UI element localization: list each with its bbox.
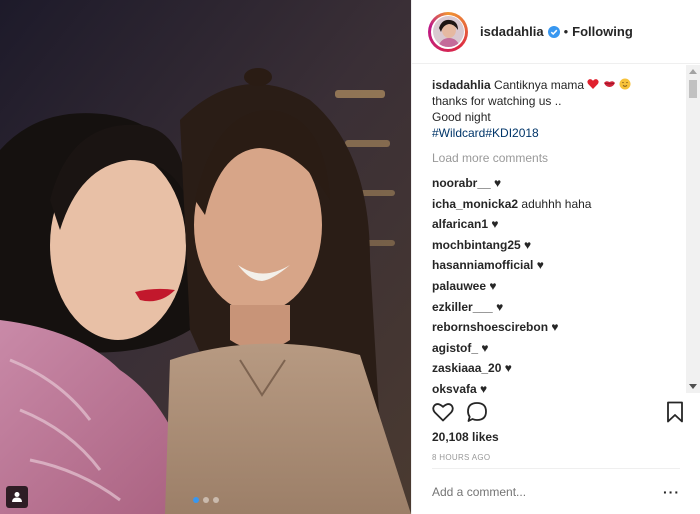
comment-row: oksyafa ♥ xyxy=(432,381,680,393)
comment-text: ♥ xyxy=(504,361,512,376)
comment-row: agistof_ ♥ xyxy=(432,340,680,361)
comment-row: icha_monicka2 aduhhh haha xyxy=(432,196,680,217)
caption-line2: thanks for watching us .. xyxy=(432,94,562,108)
comment-row: ezkiller___ ♥ xyxy=(432,299,680,320)
kiss-mark-emoji-icon xyxy=(603,78,616,90)
comment-username[interactable]: mochbintang25 xyxy=(432,238,521,252)
comment-bubble-icon[interactable] xyxy=(466,401,488,423)
scroll-up-arrow-icon[interactable] xyxy=(689,69,697,74)
verified-badge-icon xyxy=(547,25,560,38)
post-sidebar: isdadahlia • Following isdadahlia Cantik… xyxy=(411,0,700,514)
header-separator: • xyxy=(563,24,569,39)
scroll-down-arrow-icon[interactable] xyxy=(689,384,697,389)
carousel-dot xyxy=(212,497,219,503)
avatar[interactable] xyxy=(428,11,468,52)
comment-row: noorabr__ ♥ xyxy=(432,175,680,196)
like-heart-icon[interactable] xyxy=(432,402,454,422)
comment-username[interactable]: icha_monicka2 xyxy=(432,197,518,211)
comment-text: ♥ xyxy=(494,176,502,190)
comment-text: ♥ xyxy=(496,299,504,314)
scrollbar-thumb[interactable] xyxy=(689,80,697,98)
post-header: isdadahlia • Following xyxy=(412,0,700,64)
likes-count[interactable]: 20,108 likes xyxy=(432,430,499,444)
instagram-post: isdadahlia • Following isdadahlia Cantik… xyxy=(0,0,700,514)
comment-text: ♥ xyxy=(480,381,488,393)
avatar-image xyxy=(432,16,464,47)
carousel-dot xyxy=(202,497,209,503)
post-caption: isdadahlia Cantiknya mama thanks for wat… xyxy=(432,77,680,141)
comments-list[interactable]: isdadahlia Cantiknya mama thanks for wat… xyxy=(412,65,700,393)
comment-username[interactable]: zaskiaaa_20 xyxy=(432,361,501,375)
post-media[interactable] xyxy=(0,0,411,514)
comment-text: ♥ xyxy=(551,320,559,335)
comment-text: ♥ xyxy=(489,278,497,293)
post-timestamp[interactable]: 8 HOURS AGO xyxy=(432,453,490,462)
comment-text: ♥ xyxy=(491,217,499,232)
carousel-indicator xyxy=(0,497,411,503)
comment-text: ♥ xyxy=(536,258,544,273)
caption-line1: Cantiknya mama xyxy=(494,78,585,92)
bookmark-icon[interactable] xyxy=(666,401,684,423)
comment-row: palauwee ♥ xyxy=(432,278,680,299)
comment-row: mochbintang25 ♥ xyxy=(432,237,680,258)
comments-scrollbar[interactable] xyxy=(686,65,700,393)
comment-row: alfarican1 ♥ xyxy=(432,216,680,237)
post-photo xyxy=(0,0,411,514)
load-more-comments-button[interactable]: Load more comments xyxy=(432,151,680,165)
comment-row: hasanniamofficial ♥ xyxy=(432,257,680,278)
comment-username[interactable]: palauwee xyxy=(432,279,486,293)
comment-username[interactable]: agistof_ xyxy=(432,341,478,355)
hugging-face-emoji-icon xyxy=(619,78,631,90)
caption-line3: Good night xyxy=(432,110,491,124)
comment-username[interactable]: oksyafa xyxy=(432,382,477,393)
more-options-icon[interactable]: ··· xyxy=(663,484,680,500)
comment-username[interactable]: ezkiller___ xyxy=(432,300,493,314)
comment-text: ♥ xyxy=(481,340,489,355)
caption-hashtags[interactable]: #Wildcard#KDI2018 xyxy=(432,126,539,140)
add-comment-input[interactable] xyxy=(432,484,663,499)
comment-text: aduhhh haha xyxy=(521,196,592,211)
carousel-dot xyxy=(192,497,199,503)
red-heart-emoji-icon xyxy=(587,78,600,90)
comment-username[interactable]: hasanniamofficial xyxy=(432,258,533,272)
comment-row: zaskiaaa_20 ♥ xyxy=(432,360,680,381)
post-actions xyxy=(432,397,684,427)
comment-username[interactable]: rebornshoescirebon xyxy=(432,320,548,334)
add-comment-bar: ··· xyxy=(432,468,680,514)
comment-items: noorabr__ ♥ icha_monicka2 aduhhh haha al… xyxy=(432,175,680,393)
caption-username[interactable]: isdadahlia xyxy=(432,78,491,92)
comment-username[interactable]: alfarican1 xyxy=(432,217,488,231)
post-username[interactable]: isdadahlia xyxy=(480,24,544,39)
comment-text: ♥ xyxy=(524,237,532,252)
comment-row: rebornshoescirebon ♥ xyxy=(432,319,680,340)
following-button[interactable]: Following xyxy=(572,24,633,39)
comment-username[interactable]: noorabr__ xyxy=(432,176,491,190)
